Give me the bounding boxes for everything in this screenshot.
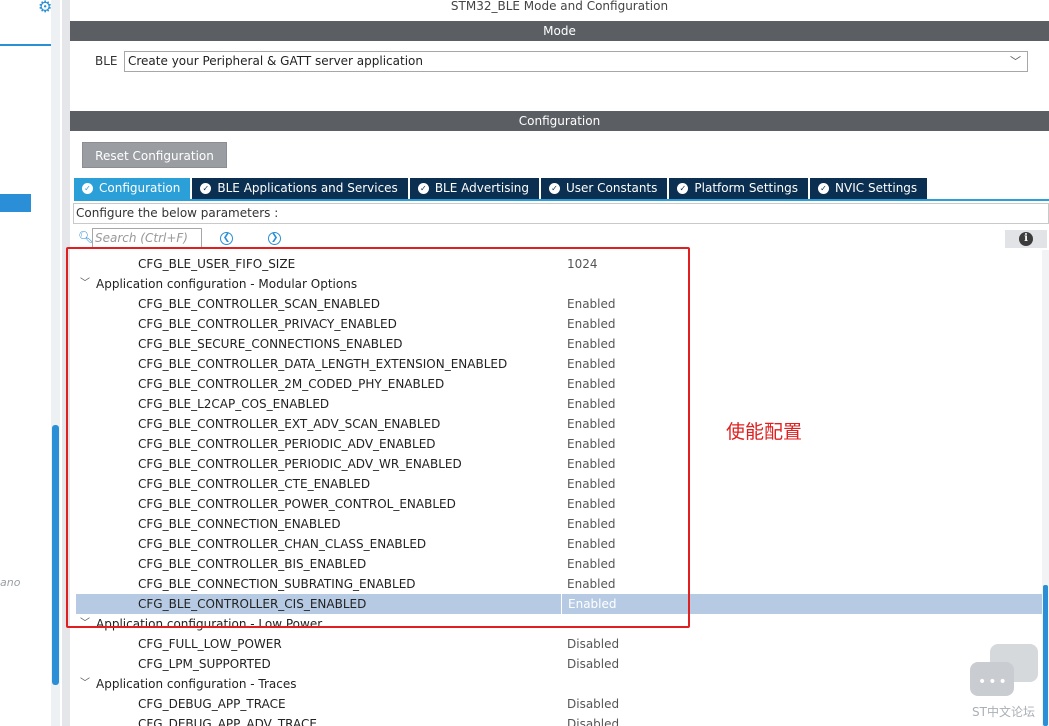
info-button[interactable]: i [1005, 230, 1047, 248]
mode-section-header: Mode [70, 21, 1049, 41]
tab-label: Configuration [99, 181, 181, 195]
forum-watermark: ••• ST中文论坛 [966, 640, 1046, 726]
parameter-value[interactable]: Disabled [561, 634, 619, 654]
parameters-header: Configure the below parameters : [73, 203, 1049, 224]
parameter-name: CFG_FULL_LOW_POWER [138, 637, 282, 651]
parameter-value[interactable]: Disabled [561, 654, 619, 674]
selected-category-marker[interactable] [0, 194, 31, 212]
tab-ble-advertising[interactable]: ✓ BLE Advertising [409, 178, 540, 199]
parameter-value[interactable]: Disabled [561, 694, 619, 714]
chevron-right-icon[interactable]: ❯ [268, 232, 281, 245]
ble-mode-select[interactable]: Create your Peripheral & GATT server app… [124, 51, 1028, 72]
check-circle-icon: ✓ [82, 183, 93, 194]
search-input[interactable]: Search (Ctrl+F) [92, 228, 202, 249]
reset-configuration-button[interactable]: Reset Configuration [82, 142, 227, 168]
parameter-name: CFG_DEBUG_APP_ADV_TRACE [138, 717, 317, 726]
tab-label: NVIC Settings [835, 181, 918, 195]
parameter-name: CFG_DEBUG_APP_TRACE [138, 697, 286, 711]
parameter-value[interactable]: Disabled [561, 714, 619, 726]
tab-platform-settings[interactable]: ✓ Platform Settings [669, 178, 809, 199]
tab-ble-applications-and-services[interactable]: ✓ BLE Applications and Services [192, 178, 408, 199]
annotation-note: 使能配置 [726, 421, 803, 443]
tree-group-row[interactable]: ﹀ Application configuration - Traces [76, 674, 1042, 694]
tab-configuration[interactable]: ✓ Configuration [74, 178, 191, 199]
annotation-highlight-box [66, 247, 690, 628]
panel-truncated-text: ano [0, 576, 21, 589]
check-circle-icon: ✓ [417, 183, 429, 194]
parameter-name: CFG_LPM_SUPPORTED [138, 657, 271, 671]
check-circle-icon: ✓ [549, 183, 561, 194]
check-circle-icon: ✓ [818, 183, 830, 194]
window-title: STM32_BLE Mode and Configuration [450, 0, 669, 13]
check-circle-icon: ✓ [200, 183, 212, 194]
ble-label: BLE [95, 54, 118, 68]
parameter-row[interactable]: CFG_FULL_LOW_POWER Disabled [76, 634, 1042, 654]
chevron-left-icon[interactable]: ❮ [220, 232, 233, 245]
app-root: ⚙ ano STM32_BLE Mode and Configuration M… [0, 0, 1049, 726]
left-panel: ⚙ ano [0, 0, 62, 726]
tab-user-constants[interactable]: ✓ User Constants [541, 178, 668, 199]
tabs-underline [74, 199, 1049, 201]
left-scrollbar-thumb[interactable] [52, 425, 59, 685]
tab-label: BLE Advertising [434, 181, 530, 195]
ble-mode-selected-value: Create your Peripheral & GATT server app… [128, 54, 423, 68]
watermark-text: ST中文论坛 [972, 705, 1035, 719]
parameter-row[interactable]: CFG_DEBUG_APP_TRACE Disabled [76, 694, 1042, 714]
configuration-section-header: Configuration [70, 111, 1049, 131]
search-icon: 🔍︎ [78, 230, 94, 244]
tab-label: Platform Settings [694, 181, 799, 195]
info-icon: i [1019, 232, 1033, 246]
check-circle-icon: ✓ [677, 183, 689, 194]
tab-label: User Constants [566, 181, 658, 195]
tab-label: BLE Applications and Services [217, 181, 398, 195]
group-label: Application configuration - Traces [96, 677, 297, 691]
parameter-row[interactable]: CFG_LPM_SUPPORTED Disabled [76, 654, 1042, 674]
watermark-dots: ••• [978, 674, 1009, 690]
tab-nvic-settings[interactable]: ✓ NVIC Settings [810, 178, 928, 199]
chevron-down-icon[interactable]: ﹀ [80, 674, 92, 694]
parameter-row[interactable]: CFG_DEBUG_APP_ADV_TRACE Disabled [76, 714, 1042, 726]
config-tabs: ✓ Configuration ✓ BLE Applications and Serv… [74, 178, 929, 199]
chevron-down-icon: ﹀ [1010, 55, 1021, 68]
